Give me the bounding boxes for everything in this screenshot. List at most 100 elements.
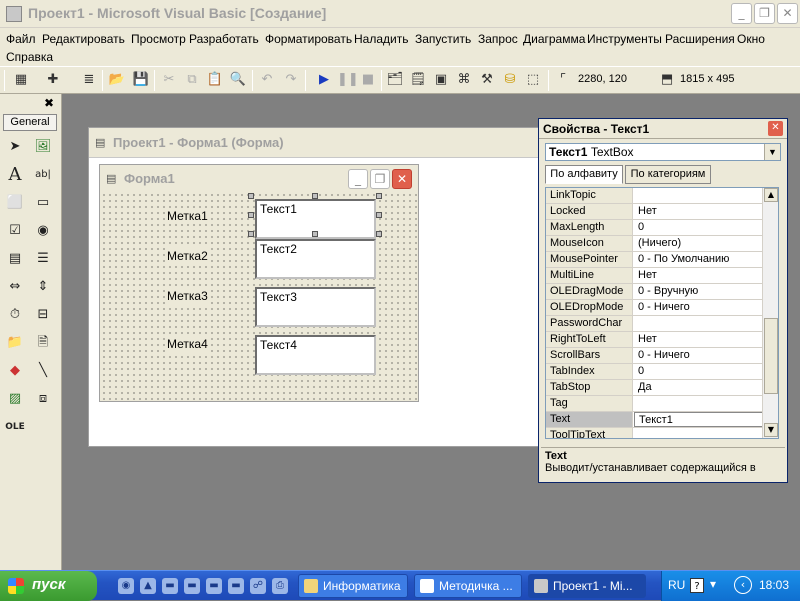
copy-icon[interactable]: ⧉: [183, 71, 201, 89]
pointer-tool-icon[interactable]: ➤: [4, 136, 26, 158]
form-maximize-button[interactable]: ❐: [370, 169, 390, 189]
menu-diagram[interactable]: Диаграмма: [523, 32, 585, 46]
menu-debug[interactable]: Наладить: [354, 32, 408, 46]
textbox-4[interactable]: Текст4: [255, 335, 376, 375]
drive-icon[interactable]: ▬: [184, 578, 200, 594]
object-browser-icon[interactable]: ⌘: [455, 71, 473, 89]
resize-handle[interactable]: [312, 193, 318, 199]
redo-icon[interactable]: ↷: [282, 71, 300, 89]
properties-titlebar[interactable]: Свойства - Текст1 ✕: [539, 119, 787, 139]
property-row[interactable]: TabIndex 0: [546, 364, 764, 380]
resize-handle[interactable]: [376, 231, 382, 237]
property-row[interactable]: RightToLeft Нет: [546, 332, 764, 348]
commandbutton-tool-icon[interactable]: ▭: [32, 192, 54, 214]
property-row[interactable]: OLEDropMode 0 - Ничего: [546, 300, 764, 316]
form-close-button[interactable]: ✕: [392, 169, 412, 189]
label-1[interactable]: Метка1: [165, 208, 210, 224]
property-row[interactable]: MaxLength 0: [546, 220, 764, 236]
timer-tool-icon[interactable]: ⏱: [4, 304, 26, 326]
stop-icon[interactable]: ■: [359, 71, 377, 89]
menu-editor-icon[interactable]: ≣: [80, 71, 98, 89]
property-row[interactable]: Tag: [546, 396, 764, 412]
run-icon[interactable]: ▶: [315, 71, 333, 89]
menu-view[interactable]: Просмотр: [131, 32, 186, 46]
add-form-icon[interactable]: ✚: [44, 71, 62, 89]
chevron-down-icon[interactable]: ▼: [764, 144, 780, 160]
menu-run[interactable]: Запустить: [415, 32, 471, 46]
menu-help[interactable]: Справка: [6, 50, 53, 64]
language-indicator[interactable]: RU: [668, 578, 685, 592]
label-4[interactable]: Метка4: [165, 336, 210, 352]
open-icon[interactable]: 📂: [108, 71, 126, 89]
cut-icon[interactable]: ✂: [160, 71, 178, 89]
resize-handle[interactable]: [312, 231, 318, 237]
vb-app-icon[interactable]: [6, 6, 22, 22]
tab-alphabetic[interactable]: По алфавиту: [545, 165, 623, 184]
resize-handle[interactable]: [248, 212, 254, 218]
mountain-icon[interactable]: ▲: [140, 578, 156, 594]
ole-tool-icon[interactable]: OLE: [4, 416, 26, 438]
data-tool-icon[interactable]: ⧈: [32, 388, 54, 410]
form1-window[interactable]: ▤ Форма1 _ ❐ ✕ Метка1 Метка2 Метка3 Метк…: [99, 164, 419, 402]
menu-addins[interactable]: Расширения: [665, 32, 735, 46]
listbox-tool-icon[interactable]: ☰: [32, 248, 54, 270]
undo-icon[interactable]: ↶: [258, 71, 276, 89]
shape-tool-icon[interactable]: ◆: [4, 360, 26, 382]
vscrollbar-tool-icon[interactable]: ⇕: [32, 276, 54, 298]
label-2[interactable]: Метка2: [165, 248, 210, 264]
textbox-2[interactable]: Текст2: [255, 239, 376, 279]
property-row[interactable]: PasswordChar: [546, 316, 764, 332]
form-minimize-button[interactable]: _: [348, 169, 368, 189]
close-button[interactable]: ✕: [777, 3, 798, 24]
browser-icon[interactable]: ◉: [118, 578, 134, 594]
property-scrollbar[interactable]: ▲ ▼: [762, 188, 778, 438]
chevron-left-icon[interactable]: ‹: [734, 576, 752, 594]
form-designer-titlebar[interactable]: ▤ Проект1 - Форма1 (Форма): [89, 128, 542, 158]
property-row[interactable]: MouseIcon (Ничего): [546, 236, 764, 252]
label-3[interactable]: Метка3: [165, 288, 210, 304]
save-icon[interactable]: 💾: [132, 71, 150, 89]
form-design-grid[interactable]: Метка1 Метка2 Метка3 Метка4 Текст1 Текст…: [101, 192, 417, 400]
menu-project[interactable]: Разработать: [189, 32, 259, 46]
start-button[interactable]: пуск: [0, 571, 97, 601]
resize-handle[interactable]: [248, 193, 254, 199]
form-layout-icon[interactable]: ▣: [432, 71, 450, 89]
property-row[interactable]: ScrollBars 0 - Ничего: [546, 348, 764, 364]
line-tool-icon[interactable]: ╲: [32, 360, 54, 382]
menu-query[interactable]: Запрос: [478, 32, 518, 46]
find-icon[interactable]: 🔍: [229, 71, 247, 89]
combobox-tool-icon[interactable]: ▤: [4, 248, 26, 270]
scroll-thumb[interactable]: [764, 318, 778, 394]
data-view-icon[interactable]: ⛁: [501, 71, 519, 89]
image-tool-icon[interactable]: ▨: [4, 388, 26, 410]
task-metodichka[interactable]: Методичка ...: [414, 574, 522, 598]
dirlistbox-tool-icon[interactable]: 📁: [4, 332, 26, 354]
drive-icon[interactable]: ▬: [228, 578, 244, 594]
tray-menu-icon[interactable]: ▾: [710, 577, 716, 591]
property-row[interactable]: ToolTipText: [546, 428, 764, 438]
menu-edit[interactable]: Редактировать: [42, 32, 125, 46]
resize-handle[interactable]: [376, 193, 382, 199]
property-row[interactable]: LinkTopic: [546, 188, 764, 204]
resize-handle[interactable]: [248, 231, 254, 237]
task-vb-project[interactable]: Проект1 - Mi...: [528, 574, 646, 598]
component-manager-icon[interactable]: ⬚: [524, 71, 542, 89]
add-project-icon[interactable]: ▦: [12, 71, 30, 89]
hscrollbar-tool-icon[interactable]: ⇔: [4, 276, 26, 298]
property-row[interactable]: Locked Нет: [546, 204, 764, 220]
drivelistbox-tool-icon[interactable]: ⊟: [32, 304, 54, 326]
menu-format[interactable]: Форматировать: [265, 32, 352, 46]
frame-tool-icon[interactable]: ⬜: [4, 192, 26, 214]
pause-icon[interactable]: ❚❚: [337, 71, 359, 89]
optionbutton-tool-icon[interactable]: ◉: [32, 220, 54, 242]
form1-titlebar[interactable]: ▤ Форма1 _ ❐ ✕: [100, 165, 418, 193]
label-tool-icon[interactable]: A: [4, 164, 26, 186]
chevron-down-icon[interactable]: ▼: [764, 423, 778, 437]
network-icon[interactable]: ☍: [250, 578, 266, 594]
picturebox-tool-icon[interactable]: 🖼: [32, 136, 54, 158]
textbox-3[interactable]: Текст3: [255, 287, 376, 327]
chevron-up-icon[interactable]: ▲: [764, 188, 778, 202]
textbox-tool-icon[interactable]: ab|: [32, 164, 54, 186]
checkbox-tool-icon[interactable]: ☑: [4, 220, 26, 242]
project-explorer-icon[interactable]: 🗂: [386, 71, 404, 89]
